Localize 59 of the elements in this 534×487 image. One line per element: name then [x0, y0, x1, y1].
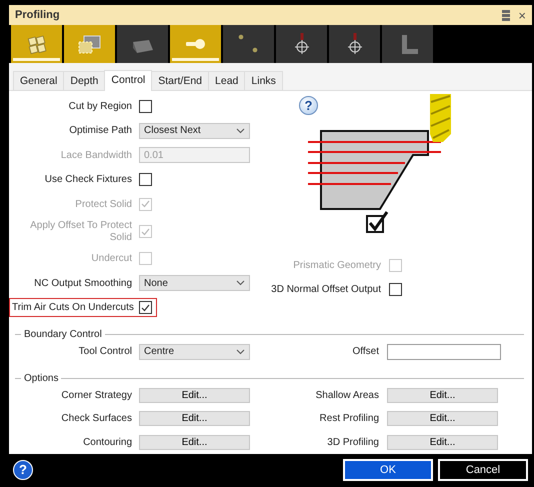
field-label: Check Surfaces	[60, 413, 132, 425]
tick-icon	[141, 200, 150, 208]
field-label: Trim Air Cuts On Undercuts	[12, 302, 132, 314]
ok-button[interactable]: OK	[343, 458, 433, 481]
checkbox[interactable]	[139, 100, 152, 113]
field-label: Offset	[352, 346, 379, 358]
tab[interactable]: Links	[244, 71, 283, 90]
input-field[interactable]	[387, 344, 501, 360]
help-icon[interactable]: ?	[13, 460, 33, 480]
checkbox[interactable]	[139, 173, 152, 186]
window-title: Profiling	[15, 9, 61, 22]
field-label: Optimise Path	[68, 125, 132, 137]
field-label: 3D Normal Offset Output	[270, 284, 381, 296]
field-label: NC Output Smoothing	[33, 278, 132, 290]
field-label: Prismatic Geometry	[292, 260, 381, 272]
chevron-icon	[236, 348, 245, 355]
field-label: Lace Bandwidth	[60, 150, 132, 162]
edit-button[interactable]: Edit...	[139, 434, 250, 450]
edit-button[interactable]: Edit...	[139, 411, 250, 426]
field-label: Tool Control	[78, 346, 132, 358]
tab[interactable]: Lead	[208, 71, 246, 90]
checkbox[interactable]	[389, 283, 402, 296]
field-label: 3D Profiling	[326, 436, 379, 448]
toolbar-button[interactable]	[329, 25, 380, 64]
toolbar-button[interactable]	[223, 25, 274, 64]
dropdown[interactable]: None	[139, 275, 250, 292]
field-label: Cut by Region	[68, 100, 132, 112]
tick-icon	[141, 304, 150, 312]
edit-button[interactable]: Edit...	[387, 388, 498, 403]
field-label: Undercut	[90, 253, 132, 265]
tick-icon	[141, 228, 150, 236]
tab[interactable]: Control	[104, 70, 152, 92]
tab[interactable]: Depth	[63, 71, 106, 90]
field-label: Contouring	[82, 436, 132, 448]
menu-icon[interactable]	[502, 10, 510, 21]
section-title: Boundary Control	[24, 329, 102, 340]
chevron-icon	[236, 128, 245, 134]
close-button[interactable]: ×	[518, 8, 526, 22]
tab[interactable]: Start/End	[151, 71, 210, 90]
chevron-icon	[236, 280, 245, 286]
dropdown[interactable]: Closest Next	[139, 122, 250, 139]
field-label: Protect Solid	[74, 198, 132, 210]
toolbar-button[interactable]	[11, 25, 62, 64]
field-label: Corner Strategy	[60, 390, 132, 402]
field-label: Rest Profiling	[318, 413, 379, 425]
section-title: Options	[24, 372, 58, 384]
toolbar-button[interactable]	[276, 25, 327, 64]
edit-button[interactable]: Edit...	[387, 434, 498, 450]
field-label: Apply Offset To Protect Solid	[29, 220, 132, 244]
drill-bit-drawing	[430, 94, 451, 142]
field-label: Shallow Areas	[314, 390, 379, 402]
cancel-button[interactable]: Cancel	[438, 458, 528, 481]
dropdown[interactable]: Centre	[139, 344, 250, 360]
tab[interactable]: General	[13, 71, 64, 90]
edit-button[interactable]: Edit...	[387, 411, 498, 426]
field-label: Use Check Fixtures	[44, 174, 132, 186]
checkbox[interactable]	[139, 301, 152, 314]
edit-button[interactable]: Edit...	[139, 388, 250, 403]
help-icon[interactable]: ?	[299, 96, 318, 116]
